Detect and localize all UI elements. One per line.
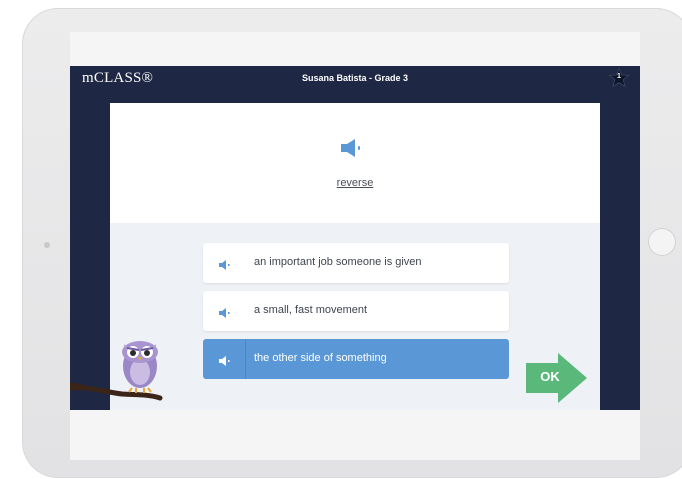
speaker-icon[interactable] xyxy=(219,257,231,275)
answer-option-3[interactable]: the other side of something xyxy=(203,339,509,379)
speaker-icon[interactable] xyxy=(219,353,231,371)
ok-button[interactable]: OK xyxy=(526,353,588,403)
star-count: 1 xyxy=(617,73,621,80)
owl-mascot xyxy=(67,328,170,414)
option-text: the other side of something xyxy=(254,352,387,364)
top-bar: mCLASS® Susana Batista - Grade 3 1 xyxy=(70,66,640,92)
target-word[interactable]: reverse xyxy=(110,177,600,189)
speaker-icon[interactable] xyxy=(219,305,231,323)
student-name: Susana Batista - Grade 3 xyxy=(301,73,409,83)
option-text: an important job someone is given xyxy=(254,256,422,268)
answer-option-2[interactable]: a small, fast movement xyxy=(203,291,509,331)
option-text: a small, fast movement xyxy=(254,304,368,316)
home-button[interactable] xyxy=(648,228,676,256)
camera-dot xyxy=(44,242,50,248)
option-divider xyxy=(245,339,246,379)
star-badge[interactable]: 1 xyxy=(608,67,630,89)
ok-label: OK xyxy=(540,369,560,384)
speaker-icon[interactable] xyxy=(341,139,363,162)
answer-option-1[interactable]: an important job someone is given xyxy=(203,243,509,283)
word-card: reverse xyxy=(110,103,600,223)
